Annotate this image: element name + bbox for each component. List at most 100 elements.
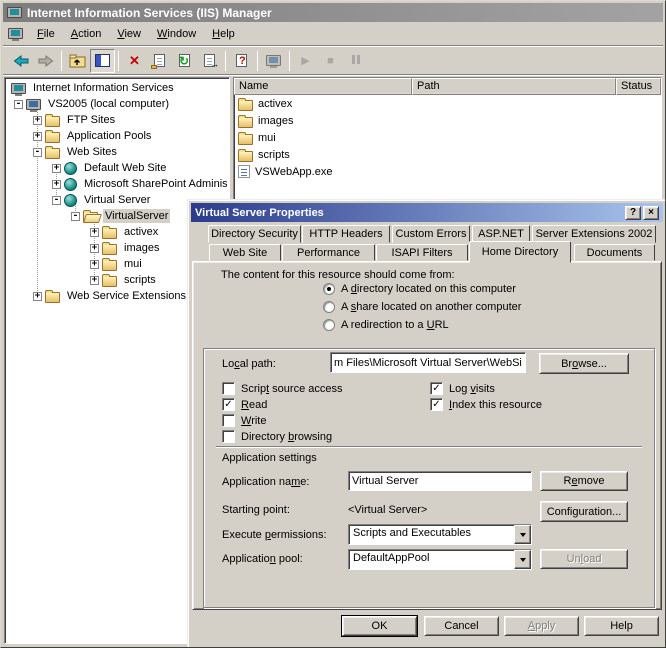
show-hide-tree-button[interactable] — [90, 48, 115, 73]
list-item[interactable]: mui — [234, 129, 661, 146]
delete-button[interactable]: ✕ — [122, 49, 147, 73]
menu-action[interactable]: Action — [63, 25, 110, 43]
dialog-titlebar[interactable]: Virtual Server Properties ? × — [191, 203, 663, 222]
browse-button[interactable]: Browse... — [539, 353, 629, 374]
checkbox-directory-browsing[interactable]: Directory browsing — [222, 430, 332, 443]
tab-web-site[interactable]: Web Site — [209, 244, 281, 261]
expand-icon[interactable]: + — [90, 227, 99, 237]
checkbox-script-source-access[interactable]: Script source access — [222, 382, 343, 395]
list-item[interactable]: images — [234, 112, 661, 129]
expand-icon[interactable]: + — [90, 243, 99, 253]
ok-button[interactable]: OK — [341, 615, 418, 637]
menu-window[interactable]: Window — [149, 25, 204, 43]
local-path-input[interactable] — [330, 352, 526, 373]
list-item[interactable]: VSWebApp.exe — [234, 163, 661, 180]
folder-icon — [45, 114, 60, 127]
computer-icon — [266, 55, 281, 68]
collapse-icon[interactable]: - — [71, 211, 80, 221]
list-item[interactable]: scripts — [234, 146, 661, 163]
radio-icon[interactable] — [323, 301, 335, 313]
pause-item-button[interactable] — [343, 49, 368, 73]
tree-item-root[interactable]: Internet Information Services — [7, 80, 227, 96]
application-name-label: Application name: — [222, 476, 310, 488]
checkbox-checked-icon[interactable]: ✓ — [430, 398, 443, 411]
expand-icon[interactable]: + — [52, 163, 61, 173]
expand-icon[interactable]: + — [33, 115, 42, 125]
tree-item-ftp-sites[interactable]: + FTP Sites — [7, 112, 227, 128]
tab-home-directory[interactable]: Home Directory — [469, 241, 571, 263]
checkbox-icon[interactable] — [222, 382, 235, 395]
tree-item-vs2005[interactable]: - VS2005 (local computer) — [7, 96, 227, 112]
checkbox-index-this-resource[interactable]: ✓ Index this resource — [430, 398, 542, 411]
radio-share-another-computer[interactable]: A share located on another computer — [323, 301, 521, 313]
column-header-path[interactable]: Path — [412, 78, 616, 95]
unload-button[interactable]: Unload — [540, 549, 628, 569]
execute-permissions-select[interactable]: Scripts and Executables — [348, 524, 532, 545]
dialog-help-button[interactable]: ? — [625, 205, 641, 220]
radio-redirection-url[interactable]: A redirection to a URL — [323, 319, 449, 331]
tab-documents[interactable]: Documents — [574, 244, 655, 261]
application-pool-label: Application pool: — [222, 553, 303, 565]
open-folder-icon — [83, 210, 98, 223]
checkbox-log-visits[interactable]: ✓ Log visits — [430, 382, 495, 395]
checkbox-icon[interactable] — [222, 430, 235, 443]
menu-help[interactable]: Help — [204, 25, 243, 43]
tab-isapi-filters[interactable]: ISAPI Filters — [376, 244, 468, 261]
local-path-label: Local path: — [222, 358, 276, 370]
collapse-icon[interactable]: - — [52, 195, 61, 205]
checkbox-checked-icon[interactable]: ✓ — [430, 382, 443, 395]
application-pool-select[interactable]: DefaultAppPool — [348, 549, 532, 570]
radio-icon[interactable] — [323, 283, 335, 295]
checkbox-checked-icon[interactable]: ✓ — [222, 398, 235, 411]
stop-item-button[interactable]: ■ — [318, 49, 343, 73]
play-icon: ▶ — [301, 55, 310, 67]
window-titlebar[interactable]: Internet Information Services (IIS) Mana… — [3, 3, 663, 22]
column-header-status[interactable]: Status — [616, 78, 661, 95]
list-item[interactable]: activex — [234, 95, 661, 112]
cancel-button[interactable]: Cancel — [424, 616, 499, 636]
forward-button[interactable] — [33, 49, 58, 73]
refresh-button[interactable]: ↻ — [172, 49, 197, 73]
collapse-icon[interactable]: - — [33, 147, 42, 157]
tab-custom-errors[interactable]: Custom Errors — [392, 225, 470, 243]
dialog-close-button[interactable]: × — [643, 205, 659, 220]
expand-icon[interactable]: + — [33, 131, 42, 141]
remove-button[interactable]: Remove — [540, 471, 628, 491]
back-button[interactable] — [8, 49, 33, 73]
start-item-button[interactable]: ▶ — [293, 49, 318, 73]
column-header-name[interactable]: Name — [234, 78, 412, 95]
tab-performance[interactable]: Performance — [282, 244, 375, 261]
checkbox-read[interactable]: ✓ Read — [222, 398, 267, 411]
expand-icon[interactable]: + — [52, 179, 61, 189]
tab-http-headers[interactable]: HTTP Headers — [302, 225, 390, 243]
expand-icon[interactable]: + — [33, 291, 42, 301]
configuration-button[interactable]: Configuration... — [540, 501, 628, 522]
radio-directory-this-computer[interactable]: A directory located on this computer — [323, 283, 516, 295]
tab-directory-security[interactable]: Directory Security — [208, 225, 301, 243]
application-name-input[interactable] — [348, 471, 532, 491]
menu-file[interactable]: File — [29, 25, 63, 43]
help-button[interactable]: ? — [229, 49, 254, 73]
apply-button[interactable]: Apply — [504, 616, 579, 636]
forward-arrow-icon — [38, 54, 53, 67]
up-one-level-button[interactable] — [65, 49, 90, 73]
directory-settings-group: Local path: Browse... Script source acce… — [203, 348, 655, 608]
chevron-down-icon[interactable] — [514, 525, 531, 544]
tree-item-web-sites[interactable]: - Web Sites — [7, 144, 227, 160]
help-button[interactable]: Help — [584, 616, 659, 636]
checkbox-write[interactable]: Write — [222, 414, 266, 427]
expand-icon[interactable]: + — [90, 259, 99, 269]
checkbox-icon[interactable] — [222, 414, 235, 427]
chevron-down-icon[interactable] — [514, 550, 531, 569]
properties-button[interactable] — [147, 49, 172, 73]
tree-item-default-web-site[interactable]: + Default Web Site — [7, 160, 227, 176]
tree-item-application-pools[interactable]: + Application Pools — [7, 128, 227, 144]
export-list-button[interactable]: → — [197, 49, 222, 73]
remote-computer-button[interactable] — [261, 49, 286, 73]
collapse-icon[interactable]: - — [14, 99, 23, 109]
radio-icon[interactable] — [323, 319, 335, 331]
application-settings-label: Application settings — [222, 452, 317, 464]
expand-icon[interactable]: + — [90, 275, 99, 285]
menu-view[interactable]: View — [109, 25, 149, 43]
tree-item-sharepoint-admin[interactable]: + Microsoft SharePoint Adminis — [7, 176, 227, 192]
